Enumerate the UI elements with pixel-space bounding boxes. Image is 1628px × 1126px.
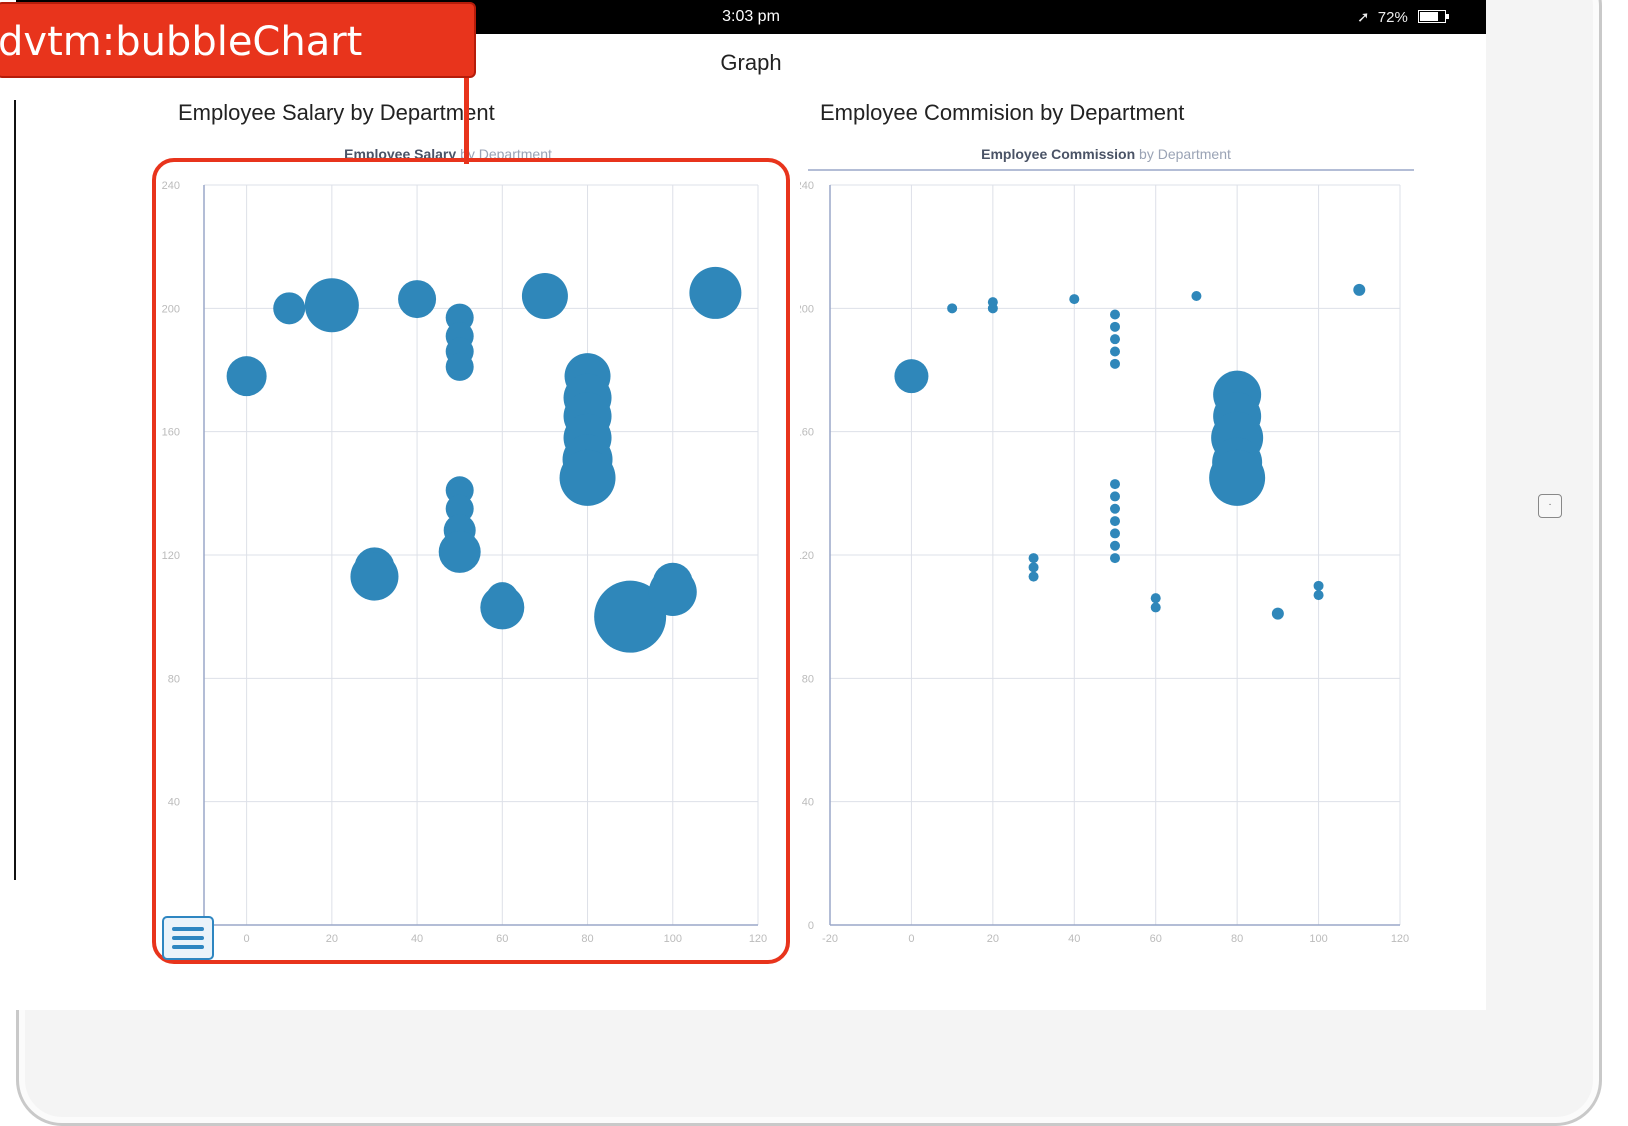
data-bubble (1110, 321, 1120, 332)
data-bubble (1110, 309, 1120, 320)
data-bubble (1110, 358, 1120, 369)
y-tick-label: 80 (802, 673, 814, 685)
x-tick-label: 80 (1231, 933, 1243, 945)
data-bubble (1028, 562, 1039, 573)
x-tick-label: 0 (908, 933, 914, 945)
data-bubble (1313, 590, 1324, 601)
menu-icon (172, 936, 204, 940)
x-tick-label: 60 (1150, 933, 1162, 945)
chart-highlight-box (152, 158, 790, 964)
data-bubble (1110, 346, 1120, 357)
home-button-icon[interactable]: · (1538, 494, 1562, 518)
data-bubble (1150, 593, 1161, 604)
location-arrow-icon: ➚ (1357, 9, 1370, 26)
data-bubble (1110, 479, 1120, 490)
chart-title: Employee Commission by Department (981, 146, 1231, 162)
y-tick-label: 40 (802, 797, 814, 809)
menu-button[interactable] (162, 916, 214, 960)
data-bubble (1110, 540, 1120, 551)
y-tick-label: 240 (800, 180, 814, 192)
menu-icon (172, 927, 204, 931)
data-bubble (1028, 553, 1039, 564)
data-bubble (1209, 449, 1266, 506)
chart-title-main: Employee Commission (981, 146, 1139, 162)
data-bubble (894, 359, 929, 394)
chart-subtitle: by Department (1139, 146, 1231, 162)
x-tick-label: -20 (822, 933, 838, 945)
x-tick-label: 100 (1309, 933, 1327, 945)
status-indicators: ➚ 72% (1357, 8, 1449, 26)
data-bubble (987, 297, 998, 308)
x-tick-label: 120 (1391, 933, 1409, 945)
battery-icon (1418, 10, 1449, 23)
x-tick-label: 40 (1068, 933, 1080, 945)
data-bubble (1069, 294, 1080, 305)
battery-percent: 72% (1377, 9, 1408, 26)
data-bubble (1110, 516, 1120, 527)
y-tick-label: 0 (808, 920, 814, 932)
data-bubble (1110, 503, 1120, 514)
data-bubble (1028, 571, 1039, 582)
menu-icon (172, 945, 204, 949)
callout-label: dvtm:bubbleChart (0, 19, 363, 65)
x-tick-label: 20 (987, 933, 999, 945)
data-bubble (1271, 607, 1284, 620)
data-bubble (1110, 334, 1120, 345)
chart-panel-commission: Employee Commision by Department Employe… (800, 92, 1424, 1002)
data-bubble (1353, 283, 1366, 296)
data-bubble (1110, 553, 1120, 564)
data-bubble (947, 303, 958, 314)
y-tick-label: 160 (800, 427, 814, 439)
component-callout: dvtm:bubbleChart (0, 2, 476, 78)
data-bubble (1110, 491, 1120, 502)
y-tick-label: 200 (800, 303, 814, 315)
data-bubble (1150, 602, 1161, 613)
data-bubble (1191, 291, 1202, 301)
data-bubble (1313, 580, 1324, 591)
data-bubble (1110, 528, 1120, 539)
bubble-chart-commission[interactable]: Employee Commission by Department 0 40 80 12… (800, 92, 1424, 962)
y-tick-label: 120 (800, 550, 814, 562)
